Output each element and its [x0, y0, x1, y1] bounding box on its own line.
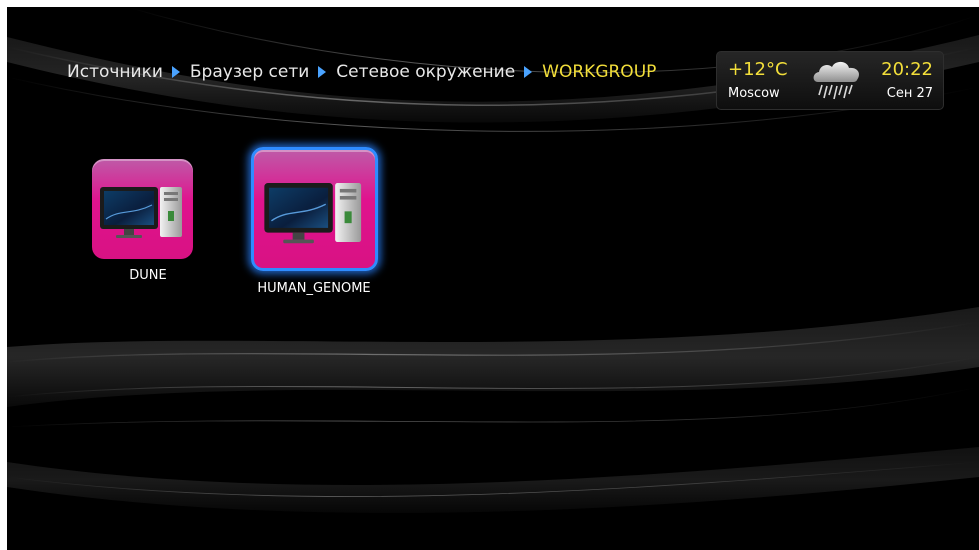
city-name: Moscow	[728, 86, 780, 101]
network-item-human-genome[interactable]: HUMAN_GENOME	[243, 147, 403, 297]
weather-clock-widget: +12°C Moscow 20:22 Сен 27	[716, 51, 944, 110]
computer-icon	[264, 183, 362, 244]
breadcrumb-network-neighborhood[interactable]: Сетевое окружение	[336, 62, 515, 82]
rain-cloud-icon	[813, 61, 860, 100]
media-player-screen: Источники Браузер сети Сетевое окружение…	[7, 7, 979, 550]
breadcrumb-arrow-icon	[524, 66, 533, 78]
network-item-dune[interactable]: DUNE	[87, 157, 209, 289]
human-genome-tile	[251, 147, 378, 271]
clock-time: 20:22	[881, 59, 933, 80]
network-item-label: HUMAN_GENOME	[257, 281, 371, 296]
clock-date: Сен 27	[886, 86, 933, 101]
network-item-label: DUNE	[129, 268, 167, 283]
breadcrumb-arrow-icon	[171, 66, 180, 78]
breadcrumb-network-browser[interactable]: Браузер сети	[190, 62, 309, 82]
breadcrumb-workgroup: WORKGROUP	[542, 62, 657, 82]
breadcrumb-arrow-icon	[318, 66, 327, 78]
dune-tile	[92, 159, 193, 259]
temperature: +12°C	[728, 59, 788, 80]
breadcrumb: Источники Браузер сети Сетевое окружение…	[67, 58, 656, 86]
breadcrumb-sources[interactable]: Источники	[67, 62, 163, 82]
computer-icon	[100, 187, 182, 238]
